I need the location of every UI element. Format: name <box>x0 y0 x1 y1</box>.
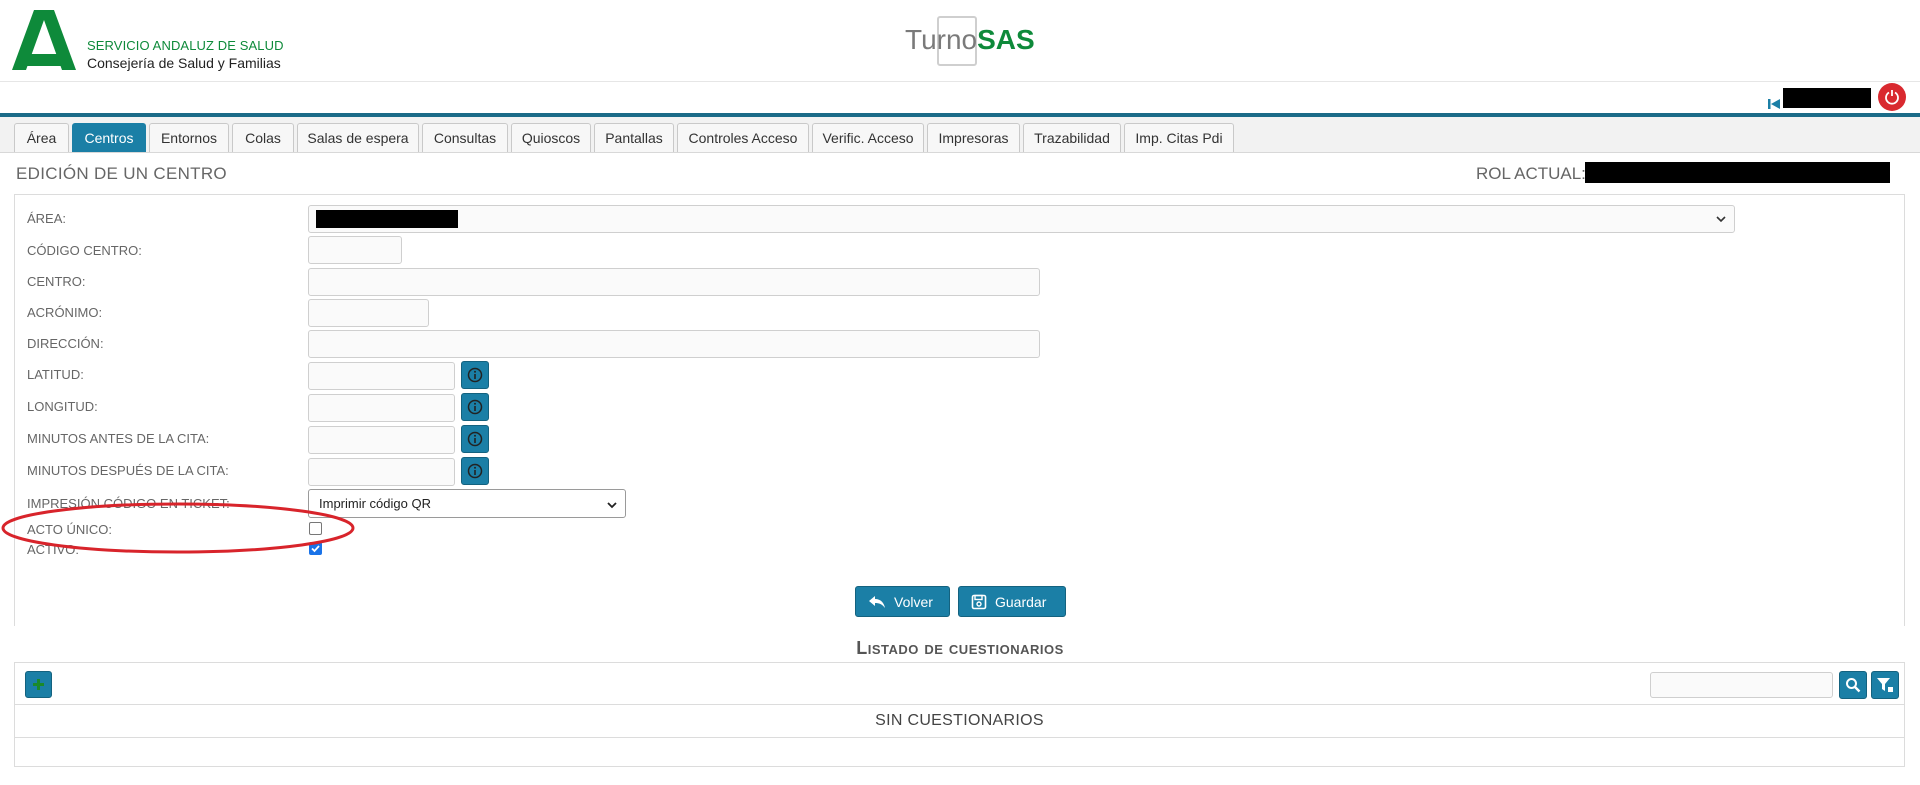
guardar-button[interactable]: Guardar <box>958 586 1066 617</box>
chevron-down-icon <box>607 502 617 509</box>
info-icon <box>467 367 483 383</box>
centro-input[interactable] <box>308 268 1040 296</box>
longitud-label: LONGITUD: <box>27 399 98 414</box>
acronimo-label: ACRÓNIMO: <box>27 305 103 320</box>
org-name: SERVICIO ANDALUZ DE SALUD <box>87 38 284 53</box>
info-icon <box>467 399 483 415</box>
tab-verific-acceso[interactable]: Verific. Acceso <box>812 123 924 152</box>
tab-area[interactable]: Área <box>14 123 69 152</box>
checkmark-icon <box>311 545 320 553</box>
app-header: SERVICIO ANDALUZ DE SALUD Consejería de … <box>0 0 1920 82</box>
org-department: Consejería de Salud y Familias <box>87 55 281 71</box>
volver-button[interactable]: Volver <box>855 586 950 617</box>
rol-label: ROL ACTUAL: <box>1476 164 1586 183</box>
impresion-codigo-value: Imprimir código QR <box>319 496 431 511</box>
info-icon <box>467 431 483 447</box>
acto-unico-checkbox[interactable] <box>309 522 322 535</box>
minutos-despues-info-button[interactable] <box>461 457 489 485</box>
filter-button[interactable] <box>1871 671 1899 699</box>
search-button[interactable] <box>1839 671 1867 699</box>
latitud-info-button[interactable] <box>461 361 489 389</box>
brand-prefix: Turno <box>905 24 978 55</box>
direccion-input[interactable] <box>308 330 1040 358</box>
turnosas-logo: TurnoSAS <box>897 14 1035 68</box>
codigo-centro-label: CÓDIGO CENTRO: <box>27 243 142 258</box>
redacted-username <box>1783 88 1871 108</box>
latitud-label: LATITUD: <box>27 367 84 382</box>
acto-unico-label: ACTO ÚNICO: <box>27 522 112 537</box>
tab-impresoras[interactable]: Impresoras <box>927 123 1020 152</box>
filter-icon <box>1877 678 1893 692</box>
redacted-area-value <box>316 210 458 228</box>
impresion-codigo-label: IMPRESIÓN CÓDIGO EN TICKET: <box>27 496 230 511</box>
minutos-despues-label: MINUTOS DESPUÉS DE LA CITA: <box>27 463 229 478</box>
tab-controles-acceso[interactable]: Controles Acceso <box>677 123 809 152</box>
centro-label: CENTRO: <box>27 274 86 289</box>
codigo-centro-input[interactable] <box>308 236 402 264</box>
longitud-info-button[interactable] <box>461 393 489 421</box>
page-title: EDICIÓN DE UN CENTRO <box>16 164 227 183</box>
tab-quioscos[interactable]: Quioscos <box>511 123 591 152</box>
search-icon <box>1846 678 1861 693</box>
info-icon <box>467 463 483 479</box>
redacted-rol-value <box>1585 162 1890 183</box>
add-questionnaire-button[interactable] <box>25 671 52 698</box>
tab-consultas[interactable]: Consultas <box>422 123 508 152</box>
activo-checkbox[interactable] <box>309 542 322 555</box>
minutos-antes-info-button[interactable] <box>461 425 489 453</box>
latitud-input[interactable] <box>308 362 455 390</box>
logout-button[interactable] <box>1878 83 1906 111</box>
empty-questionnaires-message: SIN CUESTIONARIOS <box>15 705 1904 738</box>
questionnaire-search-input[interactable] <box>1650 672 1833 698</box>
area-select[interactable] <box>308 205 1735 233</box>
tab-trazabilidad[interactable]: Trazabilidad <box>1023 123 1121 152</box>
power-icon <box>1885 90 1899 105</box>
questionnaires-title: Listado de cuestionarios <box>856 638 1064 658</box>
minutos-antes-label: MINUTOS ANTES DE LA CITA: <box>27 431 210 446</box>
direccion-label: DIRECCIÓN: <box>27 336 104 351</box>
questionnaires-toolbar <box>15 663 1904 705</box>
impresion-codigo-select[interactable]: Imprimir código QR <box>308 489 626 518</box>
reply-arrow-icon <box>869 595 885 608</box>
brand-suffix: SAS <box>977 24 1035 55</box>
tab-colas[interactable]: Colas <box>232 123 294 152</box>
junta-andalucia-logo-icon <box>12 10 76 70</box>
save-icon <box>971 594 987 609</box>
tab-entornos[interactable]: Entornos <box>149 123 229 152</box>
minutos-despues-input[interactable] <box>308 458 455 486</box>
tab-centros[interactable]: Centros <box>72 123 146 152</box>
questionnaires-panel: SIN CUESTIONARIOS <box>14 662 1905 767</box>
longitud-input[interactable] <box>308 394 455 422</box>
tab-imp-citas-pdi[interactable]: Imp. Citas Pdi <box>1124 123 1234 152</box>
user-bar <box>0 82 1920 114</box>
acronimo-input[interactable] <box>308 299 429 327</box>
area-label: ÁREA: <box>27 211 67 226</box>
tab-pantallas[interactable]: Pantallas <box>594 123 674 152</box>
activo-label: ACTIVO: <box>27 542 80 557</box>
skip-back-icon[interactable] <box>1767 97 1781 111</box>
tab-salas-espera[interactable]: Salas de espera <box>297 123 419 152</box>
plus-icon <box>33 679 44 690</box>
center-form-panel <box>14 194 1905 626</box>
chevron-down-icon <box>1716 216 1726 223</box>
minutos-antes-input[interactable] <box>308 426 455 454</box>
